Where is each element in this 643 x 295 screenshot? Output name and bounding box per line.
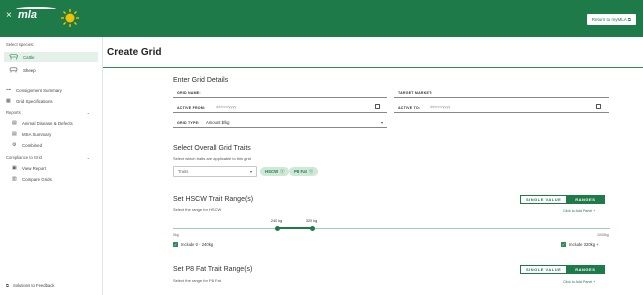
single-value-button[interactable]: SINGLE VALUE (521, 196, 567, 203)
grid-type-underline (173, 127, 387, 128)
species-sheep[interactable]: Sheep (4, 65, 98, 75)
sidebar-item-label: Consignment Summary (16, 88, 62, 93)
feedback-label: Solutions to Feedback (13, 283, 55, 288)
title-divider (103, 67, 643, 68)
active-to-underline (394, 112, 609, 113)
active-from-input[interactable]: dd/mm/yyyy (216, 105, 236, 109)
chevron-down-icon[interactable]: ⌄ (87, 155, 90, 160)
compare-icon: ▥ (12, 176, 17, 182)
mla-logo: mla (18, 9, 37, 21)
slider-low-handle[interactable] (275, 226, 281, 231)
chevron-down-icon: ▾ (249, 169, 252, 174)
traits-subtitle: Select which traits are applicable to th… (173, 156, 251, 161)
hscw-slider-selected (277, 227, 313, 229)
traits-heading: Select Overall Grid Traits (173, 145, 251, 152)
slider-high-handle[interactable] (310, 226, 316, 231)
close-icon[interactable]: ⓧ (280, 169, 284, 174)
chevron-down-icon[interactable]: ⌄ (87, 110, 90, 115)
ranges-button[interactable]: RANGES (566, 196, 605, 203)
cattle-icon (9, 54, 18, 60)
traits-dropdown[interactable]: Traits ▾ (173, 166, 257, 177)
single-value-button[interactable]: SINGLE VALUE (521, 266, 567, 273)
grid-type-select[interactable]: Amount $/kg (206, 120, 230, 125)
include-low-checkbox[interactable]: ✓ (173, 242, 178, 247)
grid-name-field[interactable] (173, 97, 387, 98)
slider-max-label: 1000kg (597, 233, 609, 237)
active-to-input[interactable]: dd/mm/yyyy (430, 105, 450, 109)
reports-section[interactable]: Reports (6, 110, 21, 115)
traits-placeholder: Traits (178, 169, 189, 174)
feedback-link[interactable]: ⧉ Solutions to Feedback (6, 283, 54, 288)
slider-low-value: 240 kg (270, 219, 283, 223)
close-icon[interactable]: ⓧ (309, 169, 313, 174)
sidebar-item-label: Combined (22, 143, 43, 148)
sidebar-item-label: Grid Specifications (16, 99, 53, 104)
return-to-mymla-button[interactable]: Return to myMLA ⧉ (586, 14, 636, 25)
page-title: Create Grid (107, 47, 162, 58)
active-from-underline (173, 112, 387, 113)
species-label-sheep: Sheep (23, 67, 36, 73)
add-panel-link[interactable]: Click to Add Panel + (563, 209, 595, 213)
sidebar-item-consignment-summary[interactable]: ⊶ Consignment Summary (6, 87, 62, 94)
hscw-mode-toggle: SINGLE VALUE RANGES (520, 195, 606, 204)
sidebar-item-grid-specifications[interactable]: ▦ Grid Specifications (6, 98, 53, 105)
sidebar-item-combined[interactable]: ⚙ Combined (12, 142, 43, 149)
sheep-icon (9, 67, 18, 73)
close-icon[interactable]: × (6, 10, 12, 21)
compliance-section[interactable]: Compliance to Grid (6, 155, 42, 160)
sidebar-item-label: Animal Disease & Defects (22, 121, 73, 126)
sidebar-item-view-report[interactable]: ▣ View Report (12, 165, 46, 172)
sidebar-item-label: Compare Grids (22, 177, 52, 182)
consignment-icon: ⊶ (6, 87, 11, 93)
hscw-heading: Set HSCW Trait Range(s) (173, 196, 254, 203)
top-bar: × mla Return to myMLA ⧉ (0, 0, 643, 37)
grid-name-label: GRID NAME: (177, 91, 201, 95)
sidebar-item-label: View Report (22, 166, 46, 171)
chip-hscw[interactable]: HSCW ⓧ (260, 167, 290, 176)
active-to-label: ACTIVE TO: (398, 106, 421, 110)
target-market-label: TARGET MARKET: (398, 91, 433, 95)
add-panel-link[interactable]: Click to Add Panel + (563, 280, 595, 284)
sidebar-item-label: MSA Summary (22, 132, 52, 137)
calendar-icon[interactable] (596, 104, 601, 109)
combined-icon: ⚙ (12, 142, 17, 148)
ranges-button[interactable]: RANGES (566, 266, 605, 273)
include-high-label: Include 320kg + (569, 242, 599, 247)
document-icon: ▤ (12, 120, 17, 126)
calendar-icon[interactable] (375, 104, 380, 109)
p8-subtitle: Select the range for P8 Fat (173, 278, 221, 283)
sidebar-item-animal-disease[interactable]: ▤ Animal Disease & Defects (12, 120, 73, 127)
hscw-slider-track[interactable] (173, 228, 610, 229)
grid-type-label: GRID TYPE: (177, 121, 200, 125)
include-high-checkbox[interactable]: ✓ (561, 242, 566, 247)
sidebar-item-msa-summary[interactable]: ▤ MSA Summary (12, 131, 52, 138)
external-link-icon: ⧉ (6, 283, 9, 288)
slider-min-label: 0kg (173, 233, 179, 237)
sidebar-item-compare-grids[interactable]: ▥ Compare Grids (12, 176, 52, 183)
hscw-subtitle: Select the range for HSCW (173, 207, 222, 212)
chip-label: P8 Fat (294, 169, 307, 174)
target-market-field[interactable] (394, 97, 609, 98)
species-label-cattle: Cattle (23, 54, 35, 60)
chip-label: HSCW (265, 169, 279, 174)
chevron-down-icon[interactable]: ▾ (381, 120, 383, 125)
p8-heading: Set P8 Fat Trait Range(s) (173, 266, 253, 273)
report-icon: ▣ (12, 165, 17, 171)
chip-p8-fat[interactable]: P8 Fat ⓧ (289, 167, 319, 176)
sun-icon (61, 9, 79, 27)
p8-mode-toggle: SINGLE VALUE RANGES (520, 265, 606, 274)
slider-high-value: 320 kg (305, 219, 318, 223)
active-from-label: ACTIVE FROM: (177, 106, 206, 110)
grid-icon: ▦ (6, 98, 11, 104)
select-species-label: Select species: (6, 42, 35, 47)
grid-details-heading: Enter Grid Details (173, 77, 229, 84)
include-low-label: Include 0 - 240kg (181, 242, 214, 247)
species-cattle[interactable]: Cattle (4, 52, 98, 62)
sidebar: Select species: Cattle Sheep ⊶ Consignme… (0, 37, 103, 295)
document-icon: ▤ (12, 131, 17, 137)
